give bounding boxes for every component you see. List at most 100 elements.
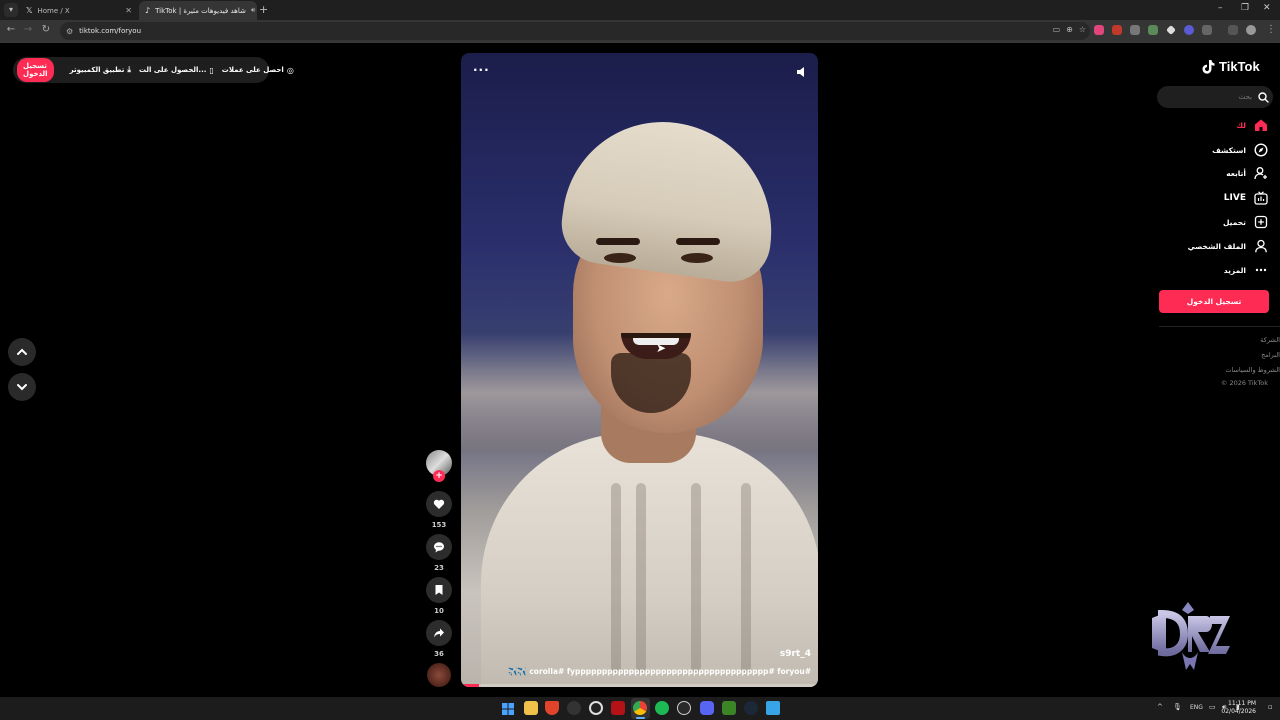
app-icon[interactable] [677, 701, 691, 715]
steam-icon[interactable] [744, 701, 758, 715]
follow-plus-icon[interactable]: + [433, 470, 445, 482]
network-icon[interactable]: ▭ [1209, 703, 1216, 711]
extension-icon[interactable] [1112, 25, 1122, 35]
download-icon[interactable] [1228, 25, 1238, 35]
notification-icon[interactable]: ▫ [1268, 703, 1273, 711]
sidebar-item-live[interactable]: LIVE [1224, 189, 1268, 207]
top-actions-pill: تسجيل الدخول تطبيق الكمبيوتر ⤓ الحصول عل… [13, 57, 294, 83]
search-bar[interactable] [1157, 86, 1273, 108]
browser-menu-icon[interactable]: ⋮ [1264, 24, 1278, 35]
video-caption[interactable]: ✈️✈️ corolla# fypppppppppppppppppppppppp… [508, 667, 811, 676]
system-clock[interactable]: 11:11 PM 02/04/2026 [1221, 700, 1256, 716]
video-progress-bar[interactable] [461, 684, 818, 687]
profile-icon [1255, 239, 1267, 253]
tab-home-x[interactable]: 𝕏 Home / X ✕ [20, 1, 138, 20]
file-explorer-icon[interactable] [524, 701, 538, 715]
footer-company-link[interactable]: الشركة [1260, 336, 1280, 344]
get-app-link[interactable]: الحصول على الت... ▯ [139, 66, 214, 75]
forward-button[interactable]: → [21, 24, 35, 35]
app-icon[interactable] [567, 701, 581, 715]
minecraft-icon[interactable] [722, 701, 736, 715]
sidebar-login-button[interactable]: تسجيل الدخول [1159, 290, 1269, 313]
microphone-icon[interactable]: 🎙︎ [1173, 703, 1182, 711]
volume-icon[interactable] [796, 63, 808, 82]
extensions-puzzle-icon[interactable] [1202, 25, 1212, 35]
sidebar-item-label: المزيد [1223, 265, 1246, 275]
chrome-browser-icon[interactable] [633, 701, 647, 715]
extension-icon[interactable] [1184, 25, 1194, 35]
tab-title: Home / X [37, 6, 70, 15]
tab-search-button[interactable]: ▾ [4, 3, 18, 17]
sidebar-item-label: أتابعه [1226, 168, 1246, 178]
sidebar-item-foryou[interactable]: لك [1236, 116, 1268, 134]
like-button[interactable] [426, 491, 452, 517]
share-button[interactable] [426, 620, 452, 646]
compass-icon [1254, 143, 1268, 157]
reload-button[interactable]: ↻ [39, 24, 53, 35]
login-button-top[interactable]: تسجيل الدخول [17, 58, 54, 82]
video-subject-robe [481, 433, 818, 687]
back-button[interactable]: ← [4, 24, 18, 35]
user-plus-icon [1254, 167, 1267, 180]
cast-icon[interactable]: ▭ [1053, 25, 1061, 34]
comment-icon [434, 542, 444, 553]
video-progress-fill [461, 684, 479, 687]
sidebar-item-profile[interactable]: الملف الشخصي [1188, 237, 1268, 255]
robe-fold [691, 483, 701, 673]
bookmark-star-icon[interactable]: ☆ [1079, 25, 1086, 34]
brand-name: TikTok [1219, 59, 1260, 74]
footer-programs-link[interactable]: البرامج [1261, 351, 1280, 359]
music-disc-icon[interactable] [427, 663, 451, 687]
notepad-icon[interactable] [766, 701, 780, 715]
tiktok-note-icon [1202, 60, 1215, 74]
tray-overflow-icon[interactable]: ^ [1157, 703, 1163, 711]
eye [681, 253, 713, 263]
discord-icon[interactable] [700, 701, 714, 715]
next-video-button[interactable] [8, 373, 36, 401]
comment-button[interactable] [426, 534, 452, 560]
download-icon: ⤓ [127, 65, 131, 74]
extension-icon[interactable] [1130, 25, 1140, 35]
app-icon[interactable] [589, 701, 603, 715]
save-button[interactable] [426, 577, 452, 603]
tab-tiktok[interactable]: ♪ شاهد فيديوهات مثيرة | TikTok 🔊︎ ✕ [139, 1, 257, 20]
language-indicator[interactable]: ENG [1190, 704, 1203, 711]
video-username[interactable]: s9rt_4 [780, 649, 811, 659]
extension-icon[interactable] [1148, 25, 1158, 35]
profile-avatar-icon[interactable] [1246, 25, 1256, 35]
previous-video-button[interactable] [8, 338, 36, 366]
tiktok-logo[interactable]: TikTok [1202, 59, 1260, 74]
video-more-options-icon[interactable]: ··· [473, 63, 490, 77]
chevron-down-icon [17, 384, 27, 391]
site-info-icon[interactable]: ⚙︎ [66, 27, 73, 36]
app-icon[interactable] [611, 701, 625, 715]
sidebar-item-more[interactable]: المزيد [1224, 261, 1268, 279]
address-bar[interactable]: ⚙︎ tiktok.com/foryou ▭ ⊕ ☆ [60, 22, 1090, 40]
zoom-icon[interactable]: ⊕ [1066, 25, 1073, 34]
video-subject-turban [556, 109, 786, 287]
search-input[interactable] [1172, 93, 1252, 101]
minimize-button[interactable]: – [1218, 3, 1223, 13]
brave-browser-icon[interactable] [545, 701, 559, 715]
start-windows-icon[interactable] [501, 701, 515, 715]
close-window-button[interactable]: ✕ [1263, 3, 1271, 13]
maximize-button[interactable]: ❐ [1241, 3, 1249, 13]
video-player[interactable]: ➤ ··· s9rt_4 ✈️✈️ corolla# fyppppppppppp… [461, 53, 818, 687]
close-icon[interactable]: ✕ [125, 6, 132, 15]
new-tab-button[interactable]: + [259, 3, 268, 17]
extension-icon[interactable] [1166, 25, 1176, 35]
extension-icon[interactable] [1094, 25, 1104, 35]
desktop-app-link[interactable]: تطبيق الكمبيوتر ⤓ [70, 65, 131, 75]
sidebar-item-following[interactable]: أتابعه [1226, 164, 1268, 182]
sidebar-item-explore[interactable]: استكشف [1212, 141, 1268, 159]
get-coins-link[interactable]: احصل على عملات ◎ [222, 66, 294, 75]
speaker-icon[interactable]: 🔊︎ [251, 6, 255, 15]
sidebar-item-upload[interactable]: تحميل [1223, 213, 1268, 231]
toolbar-divider [0, 42, 1280, 43]
get-app-label: الحصول على الت... [138, 66, 207, 74]
spotify-icon[interactable] [655, 701, 669, 715]
sidebar-item-label: الملف الشخصي [1187, 241, 1246, 251]
sidebar-item-label: تحميل [1222, 217, 1246, 227]
search-icon[interactable] [1258, 91, 1269, 103]
footer-terms-link[interactable]: الشروط والسياسات [1225, 366, 1280, 374]
